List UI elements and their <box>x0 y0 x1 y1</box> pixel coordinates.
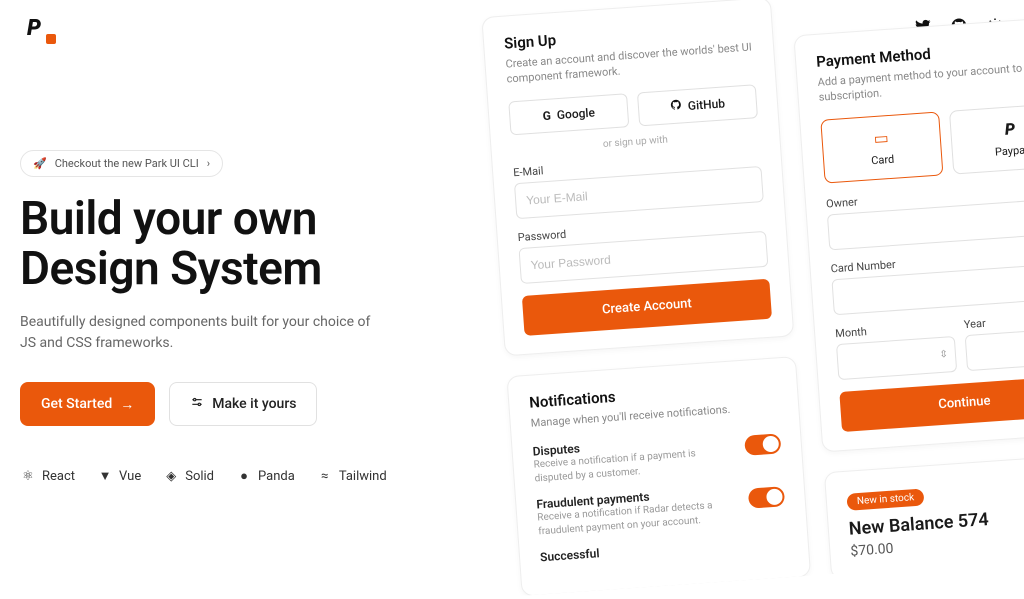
make-it-yours-button[interactable]: Make it yours <box>169 382 317 426</box>
hero-subtitle: Beautifully designed components built fo… <box>20 312 380 354</box>
year-label: Year <box>963 310 1024 331</box>
showcase: Sign Up Create an account and discover t… <box>440 0 1024 599</box>
hero-title-line2: Design System <box>20 242 322 296</box>
continue-label: Continue <box>938 394 991 413</box>
toggle-disputes[interactable] <box>744 434 781 456</box>
framework-panda: ● Panda <box>236 468 295 484</box>
get-started-button[interactable]: Get Started → <box>20 382 155 426</box>
hero-title-line1: Build your own <box>20 192 317 246</box>
product-card: New in stock New Balance 574 $70.00 <box>824 452 1024 580</box>
toggle-fraud[interactable] <box>748 486 785 508</box>
github-icon <box>669 99 682 115</box>
sliders-icon <box>190 395 204 413</box>
get-started-label: Get Started <box>41 396 112 412</box>
rocket-icon: 🚀 <box>33 157 47 170</box>
logo-accent <box>46 34 56 44</box>
notification-row-disputes: Disputes Receive a notification if a pay… <box>532 428 782 486</box>
showcase-column-a: Sign Up Create an account and discover t… <box>481 0 811 597</box>
create-account-button[interactable]: Create Account <box>522 278 772 335</box>
oauth-github-label: GitHub <box>687 96 725 113</box>
react-icon: ⚛ <box>20 468 36 484</box>
hero-actions: Get Started → Make it yours <box>20 382 420 426</box>
payment-option-card[interactable]: ▭ Card <box>820 111 943 183</box>
create-account-label: Create Account <box>602 296 693 317</box>
hero: 🚀 Checkout the new Park UI CLI › Build y… <box>20 150 420 484</box>
chevron-updown-icon: ⇳ <box>939 349 948 361</box>
credit-card-icon: ▭ <box>873 128 889 148</box>
logo[interactable]: P <box>20 14 48 42</box>
make-it-yours-label: Make it yours <box>212 396 296 412</box>
showcase-column-b: Payment Method Add a payment method to y… <box>793 15 1024 580</box>
payment-option-paypal[interactable]: P Paypal <box>949 102 1024 174</box>
oauth-google-label: Google <box>556 105 595 122</box>
payment-option-card-label: Card <box>871 153 895 168</box>
framework-tailwind: ≈ Tailwind <box>317 468 387 484</box>
payment-card: Payment Method Add a payment method to y… <box>793 15 1024 452</box>
announcement-pill[interactable]: 🚀 Checkout the new Park UI CLI › <box>20 150 223 177</box>
panda-icon: ● <box>236 468 252 484</box>
framework-solid: ◈ Solid <box>163 468 214 484</box>
continue-button[interactable]: Continue <box>839 375 1024 432</box>
notification-title: Successful <box>540 546 600 564</box>
notifications-card: Notifications Manage when you'll receive… <box>506 356 811 597</box>
framework-react: ⚛ React <box>20 468 75 484</box>
stock-badge: New in stock <box>846 488 924 510</box>
hero-title: Build your own Design System <box>20 195 420 294</box>
year-select[interactable] <box>965 327 1024 371</box>
solid-icon: ◈ <box>163 468 179 484</box>
signup-card: Sign Up Create an account and discover t… <box>481 0 794 356</box>
notification-row-success: Successful <box>540 533 788 564</box>
tailwind-icon: ≈ <box>317 468 333 484</box>
framework-vue: ▼ Vue <box>97 468 141 484</box>
oauth-google-button[interactable]: G Google <box>508 93 629 135</box>
logo-mark: P <box>27 16 41 41</box>
payment-option-paypal-label: Paypal <box>995 143 1024 158</box>
oauth-github-button[interactable]: GitHub <box>637 84 758 126</box>
arrow-right-icon: → <box>120 396 134 413</box>
notification-row-fraud: Fraudulent payments Receive a notificati… <box>536 480 786 538</box>
vue-icon: ▼ <box>97 468 113 484</box>
announcement-text: Checkout the new Park UI CLI <box>55 157 199 170</box>
google-icon: G <box>542 108 551 123</box>
chevron-right-icon: › <box>207 157 210 170</box>
framework-list: ⚛ React ▼ Vue ◈ Solid ● Panda ≈ Tailwind <box>20 468 420 484</box>
paypal-icon: P <box>1004 119 1015 139</box>
